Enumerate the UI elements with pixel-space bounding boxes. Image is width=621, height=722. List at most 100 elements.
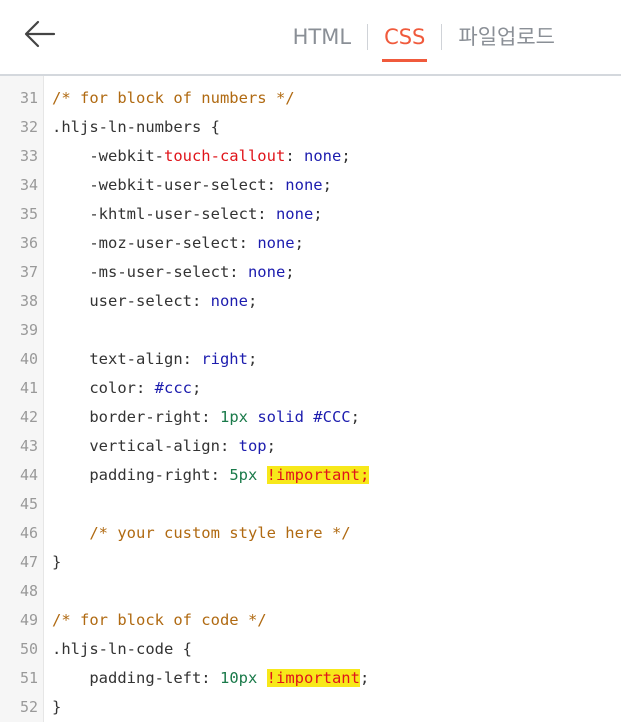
code-text: text-align: right; bbox=[44, 345, 257, 374]
code-line: 32 .hljs-ln-numbers { bbox=[0, 113, 621, 142]
line-number: 31 bbox=[0, 84, 44, 113]
code-value: right bbox=[201, 350, 248, 368]
code-line: 47 } bbox=[0, 548, 621, 577]
tab-css[interactable]: CSS bbox=[380, 20, 429, 62]
code-value: none bbox=[285, 176, 323, 194]
code-punct: : bbox=[285, 147, 304, 165]
code-property: border-right: bbox=[52, 408, 220, 426]
code-text: -webkit-touch-callout: none; bbox=[44, 142, 351, 171]
code-line: 52 } bbox=[0, 693, 621, 722]
code-number: 5px bbox=[229, 466, 258, 484]
code-punct: ; bbox=[266, 437, 276, 455]
code-line: 36 -moz-user-select: none; bbox=[0, 229, 621, 258]
code-text: } bbox=[44, 548, 61, 577]
code-property: color: bbox=[52, 379, 155, 397]
code-line: 31 /* for block of numbers */ bbox=[0, 84, 621, 113]
highlighted-important: !important bbox=[266, 669, 360, 687]
language-tabs: HTML CSS 파일업로드 bbox=[289, 0, 559, 74]
code-text: /* for block of numbers */ bbox=[44, 84, 295, 113]
code-property: user-select: bbox=[52, 292, 211, 310]
line-number: 48 bbox=[0, 577, 44, 606]
line-number: 33 bbox=[0, 142, 44, 171]
code-comment: /* your custom style here */ bbox=[52, 524, 351, 542]
code-property: -moz-user-select: bbox=[52, 234, 258, 252]
code-text: -khtml-user-select: none; bbox=[44, 200, 323, 229]
code-property: -webkit- bbox=[52, 147, 164, 165]
code-text: /* for block of code */ bbox=[44, 606, 267, 635]
code-punct: ; bbox=[313, 205, 323, 223]
code-text: padding-left: 10px !important; bbox=[44, 664, 369, 693]
line-number: 40 bbox=[0, 345, 44, 374]
code-value: none bbox=[275, 205, 314, 223]
line-number: 46 bbox=[0, 519, 44, 548]
line-number: 35 bbox=[0, 200, 44, 229]
code-line: 35 -khtml-user-select: none; bbox=[0, 200, 621, 229]
line-number: 34 bbox=[0, 171, 44, 200]
code-punct: ; bbox=[294, 234, 304, 252]
code-editor[interactable]: 31 /* for block of numbers */ 32 .hljs-l… bbox=[0, 76, 621, 722]
code-value: none bbox=[303, 147, 342, 165]
code-line: 40 text-align: right; bbox=[0, 345, 621, 374]
code-line: 48 bbox=[0, 577, 621, 606]
code-line: 43 vertical-align: top; bbox=[0, 432, 621, 461]
highlighted-important: !important; bbox=[266, 466, 370, 484]
line-number: 47 bbox=[0, 548, 44, 577]
code-property-highlight: touch-callout bbox=[163, 147, 286, 165]
line-number: 39 bbox=[0, 316, 44, 345]
line-number: 41 bbox=[0, 374, 44, 403]
code-value: none bbox=[257, 234, 295, 252]
gutter-top-padding bbox=[0, 76, 621, 84]
tab-html[interactable]: HTML bbox=[289, 20, 355, 54]
code-line: 49 /* for block of code */ bbox=[0, 606, 621, 635]
code-punct: ; bbox=[247, 292, 258, 310]
code-text: padding-right: 5px !important; bbox=[44, 461, 370, 490]
code-text: .hljs-ln-numbers { bbox=[44, 113, 220, 142]
line-number: 38 bbox=[0, 287, 44, 316]
line-number: 42 bbox=[0, 403, 44, 432]
code-property: text-align: bbox=[52, 350, 202, 368]
code-number: 1px bbox=[219, 408, 248, 426]
code-punct: ; bbox=[247, 350, 258, 368]
code-line: 50 .hljs-ln-code { bbox=[0, 635, 621, 664]
code-punct: ; bbox=[359, 669, 370, 687]
code-brace: } bbox=[52, 698, 62, 716]
code-value: none bbox=[210, 292, 248, 310]
code-punct: ; bbox=[191, 379, 202, 397]
back-button[interactable] bbox=[22, 16, 58, 52]
code-property: -khtml-user-select: bbox=[52, 205, 276, 223]
code-text: -moz-user-select: none; bbox=[44, 229, 304, 258]
code-line: 39 bbox=[0, 316, 621, 345]
code-text: user-select: none; bbox=[44, 287, 257, 316]
arrow-left-icon bbox=[24, 20, 56, 48]
code-line: 44 padding-right: 5px !important; bbox=[0, 461, 621, 490]
code-property: padding-left: bbox=[52, 669, 220, 687]
code-line: 33 -webkit-touch-callout: none; bbox=[0, 142, 621, 171]
code-line: 45 bbox=[0, 490, 621, 519]
code-brace: } bbox=[52, 553, 62, 571]
code-property: padding-right: bbox=[52, 466, 230, 484]
code-comment: /* for block of code */ bbox=[52, 611, 267, 629]
code-property: vertical-align: bbox=[52, 437, 239, 455]
line-number: 32 bbox=[0, 113, 44, 142]
code-value: solid #CCC bbox=[247, 408, 351, 426]
code-line: 46 /* your custom style here */ bbox=[0, 519, 621, 548]
line-number: 36 bbox=[0, 229, 44, 258]
code-text: -webkit-user-select: none; bbox=[44, 171, 332, 200]
code-punct: ; bbox=[350, 408, 360, 426]
tab-file-upload[interactable]: 파일업로드 bbox=[454, 20, 559, 54]
code-text: border-right: 1px solid #CCC; bbox=[44, 403, 360, 432]
code-property: -webkit-user-select: bbox=[52, 176, 286, 194]
code-punct: ; bbox=[341, 147, 351, 165]
code-number: 10px bbox=[219, 669, 258, 687]
line-number: 52 bbox=[0, 693, 44, 722]
code-selector: .hljs-ln-code { bbox=[52, 640, 192, 658]
tab-divider bbox=[441, 24, 443, 50]
line-number: 45 bbox=[0, 490, 44, 519]
code-property: -ms-user-select: bbox=[52, 263, 248, 281]
code-line: 42 border-right: 1px solid #CCC; bbox=[0, 403, 621, 432]
code-punct: ; bbox=[322, 176, 332, 194]
line-number: 50 bbox=[0, 635, 44, 664]
code-line: 41 color: #ccc; bbox=[0, 374, 621, 403]
code-value: top bbox=[238, 437, 267, 455]
